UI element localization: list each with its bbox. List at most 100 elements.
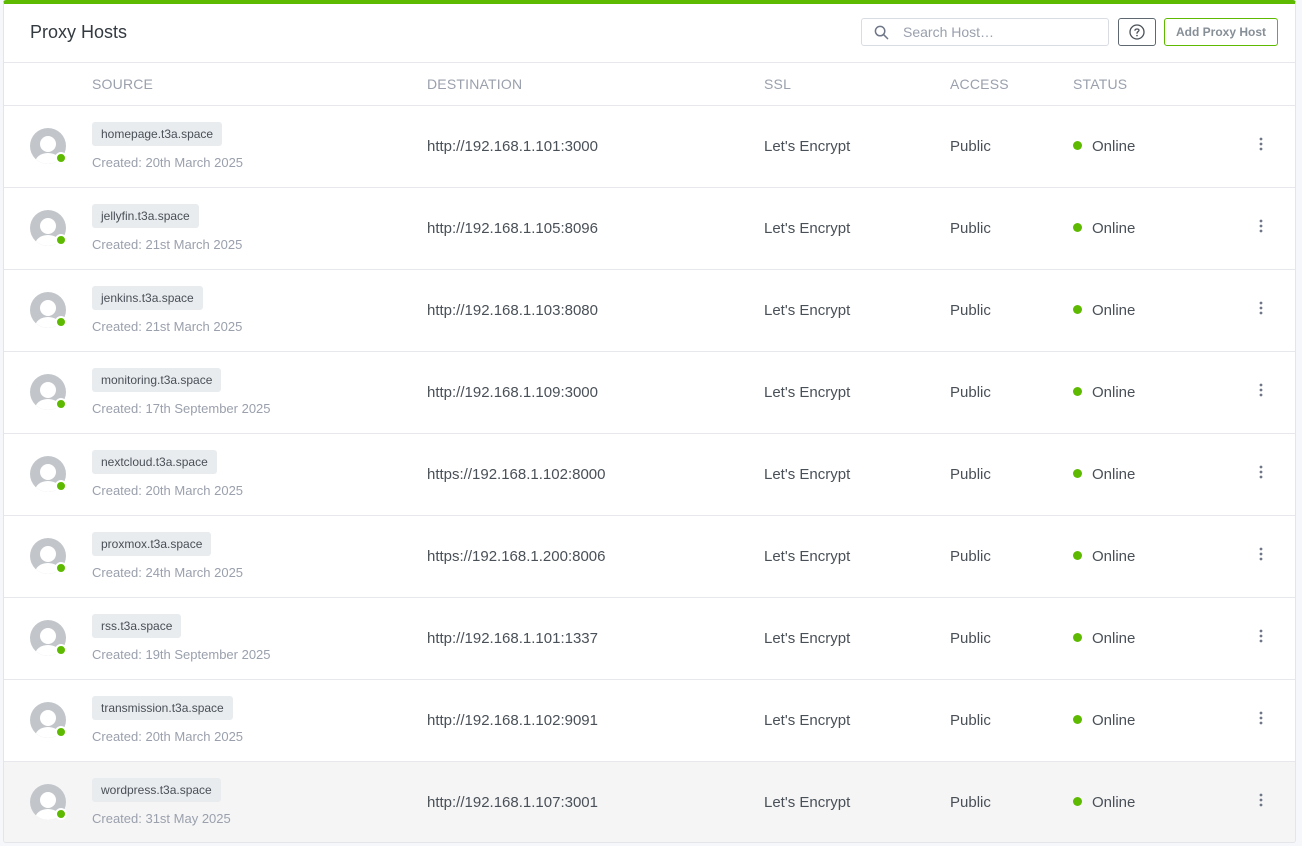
access-cell: Public — [950, 597, 1073, 680]
help-circle-icon — [1129, 24, 1145, 40]
status-dot — [1073, 550, 1082, 560]
more-vertical-icon[interactable] — [1251, 793, 1271, 811]
more-vertical-icon[interactable] — [1251, 219, 1271, 237]
destination-cell: https://192.168.1.200:8006 — [427, 515, 764, 598]
proxy-hosts-table: SOURCE DESTINATION SSL ACCESS STATUS hom… — [4, 63, 1295, 842]
search-input[interactable] — [903, 24, 1093, 40]
actions-cell — [1251, 515, 1295, 598]
column-header-avatar — [4, 63, 92, 106]
more-vertical-icon[interactable] — [1251, 383, 1271, 401]
avatar-wrapper — [4, 128, 67, 164]
created-date: Created: 17th September 2025 — [92, 401, 271, 416]
more-vertical-icon[interactable] — [1251, 547, 1271, 565]
status-cell: Online — [1073, 269, 1251, 352]
search-icon — [874, 25, 889, 39]
online-indicator-dot — [55, 234, 67, 246]
search-box[interactable] — [861, 18, 1109, 46]
domain-tag[interactable]: transmission.t3a.space — [92, 696, 233, 720]
source-cell: nextcloud.t3a.space Created: 20th March … — [92, 433, 427, 516]
table-row: nextcloud.t3a.space Created: 20th March … — [4, 433, 1295, 516]
status-dot — [1073, 468, 1082, 478]
source-cell: homepage.t3a.space Created: 20th March 2… — [92, 105, 427, 188]
status-dot — [1073, 140, 1082, 150]
domain-tag[interactable]: rss.t3a.space — [92, 614, 182, 638]
more-vertical-icon[interactable] — [1251, 465, 1271, 483]
destination-cell: http://192.168.1.107:3001 — [427, 761, 764, 842]
created-date: Created: 20th March 2025 — [92, 483, 244, 498]
actions-cell — [1251, 433, 1295, 516]
ssl-cell: Let's Encrypt — [764, 187, 950, 270]
ssl-cell: Let's Encrypt — [764, 433, 950, 516]
online-indicator-dot — [55, 562, 67, 574]
more-vertical-icon[interactable] — [1251, 711, 1271, 729]
actions-cell — [1251, 761, 1295, 842]
access-cell: Public — [950, 105, 1073, 188]
column-header-status[interactable]: STATUS — [1073, 63, 1251, 106]
page-title: Proxy Hosts — [30, 22, 128, 42]
actions-cell — [1251, 351, 1295, 434]
domain-tag[interactable]: jellyfin.t3a.space — [92, 204, 199, 228]
status-cell: Online — [1073, 515, 1251, 598]
table-row: jellyfin.t3a.space Created: 21st March 2… — [4, 187, 1295, 270]
ssl-cell: Let's Encrypt — [764, 351, 950, 434]
avatar-wrapper — [4, 702, 67, 738]
status-dot — [1073, 796, 1082, 806]
avatar-cell — [4, 433, 92, 516]
status-cell: Online — [1073, 187, 1251, 270]
destination-cell: http://192.168.1.105:8096 — [427, 187, 764, 270]
actions-cell — [1251, 679, 1295, 762]
avatar-cell — [4, 515, 92, 598]
table-row: wordpress.t3a.space Created: 31st May 20… — [4, 761, 1295, 842]
column-header-actions — [1251, 63, 1295, 106]
avatar-cell — [4, 269, 92, 352]
column-header-access[interactable]: ACCESS — [950, 63, 1073, 106]
avatar-wrapper — [4, 538, 67, 574]
more-vertical-icon[interactable] — [1251, 301, 1271, 319]
created-date: Created: 19th September 2025 — [92, 647, 271, 662]
status-label: Online — [1092, 137, 1136, 155]
online-indicator-dot — [55, 726, 67, 738]
status-cell: Online — [1073, 351, 1251, 434]
proxy-hosts-card: Proxy Hosts Add Proxy Host SOURCE DESTIN… — [3, 0, 1296, 843]
status-dot — [1073, 386, 1082, 396]
domain-tag[interactable]: nextcloud.t3a.space — [92, 450, 217, 474]
source-cell: rss.t3a.space Created: 19th September 20… — [92, 597, 427, 680]
domain-tag[interactable]: monitoring.t3a.space — [92, 368, 222, 392]
status-cell: Online — [1073, 597, 1251, 680]
avatar-wrapper — [4, 210, 67, 246]
source-cell: jenkins.t3a.space Created: 21st March 20… — [92, 269, 427, 352]
avatar-wrapper — [4, 456, 67, 492]
status-cell: Online — [1073, 679, 1251, 762]
domain-tag[interactable]: homepage.t3a.space — [92, 122, 223, 146]
ssl-cell: Let's Encrypt — [764, 105, 950, 188]
avatar-wrapper — [4, 292, 67, 328]
avatar-cell — [4, 761, 92, 842]
status-cell: Online — [1073, 761, 1251, 842]
created-date: Created: 20th March 2025 — [92, 155, 244, 170]
more-vertical-icon[interactable] — [1251, 137, 1271, 155]
status-label: Online — [1092, 547, 1136, 565]
access-cell: Public — [950, 761, 1073, 842]
help-button[interactable] — [1118, 18, 1156, 46]
created-date: Created: 21st March 2025 — [92, 319, 243, 334]
domain-tag[interactable]: proxmox.t3a.space — [92, 532, 212, 556]
column-header-destination[interactable]: DESTINATION — [427, 63, 764, 106]
status-dot — [1073, 304, 1082, 314]
status-label: Online — [1092, 219, 1136, 237]
add-proxy-host-button[interactable]: Add Proxy Host — [1164, 18, 1278, 46]
table-row: transmission.t3a.space Created: 20th Mar… — [4, 679, 1295, 762]
created-date: Created: 21st March 2025 — [92, 237, 243, 252]
domain-tag[interactable]: jenkins.t3a.space — [92, 286, 203, 310]
access-cell: Public — [950, 679, 1073, 762]
more-vertical-icon[interactable] — [1251, 629, 1271, 647]
column-header-source[interactable]: SOURCE — [92, 63, 427, 106]
access-cell: Public — [950, 187, 1073, 270]
source-cell: transmission.t3a.space Created: 20th Mar… — [92, 679, 427, 762]
column-header-ssl[interactable]: SSL — [764, 63, 950, 106]
actions-cell — [1251, 597, 1295, 680]
avatar-cell — [4, 187, 92, 270]
status-cell: Online — [1073, 433, 1251, 516]
destination-cell: http://192.168.1.101:1337 — [427, 597, 764, 680]
actions-cell — [1251, 105, 1295, 188]
domain-tag[interactable]: wordpress.t3a.space — [92, 778, 221, 803]
